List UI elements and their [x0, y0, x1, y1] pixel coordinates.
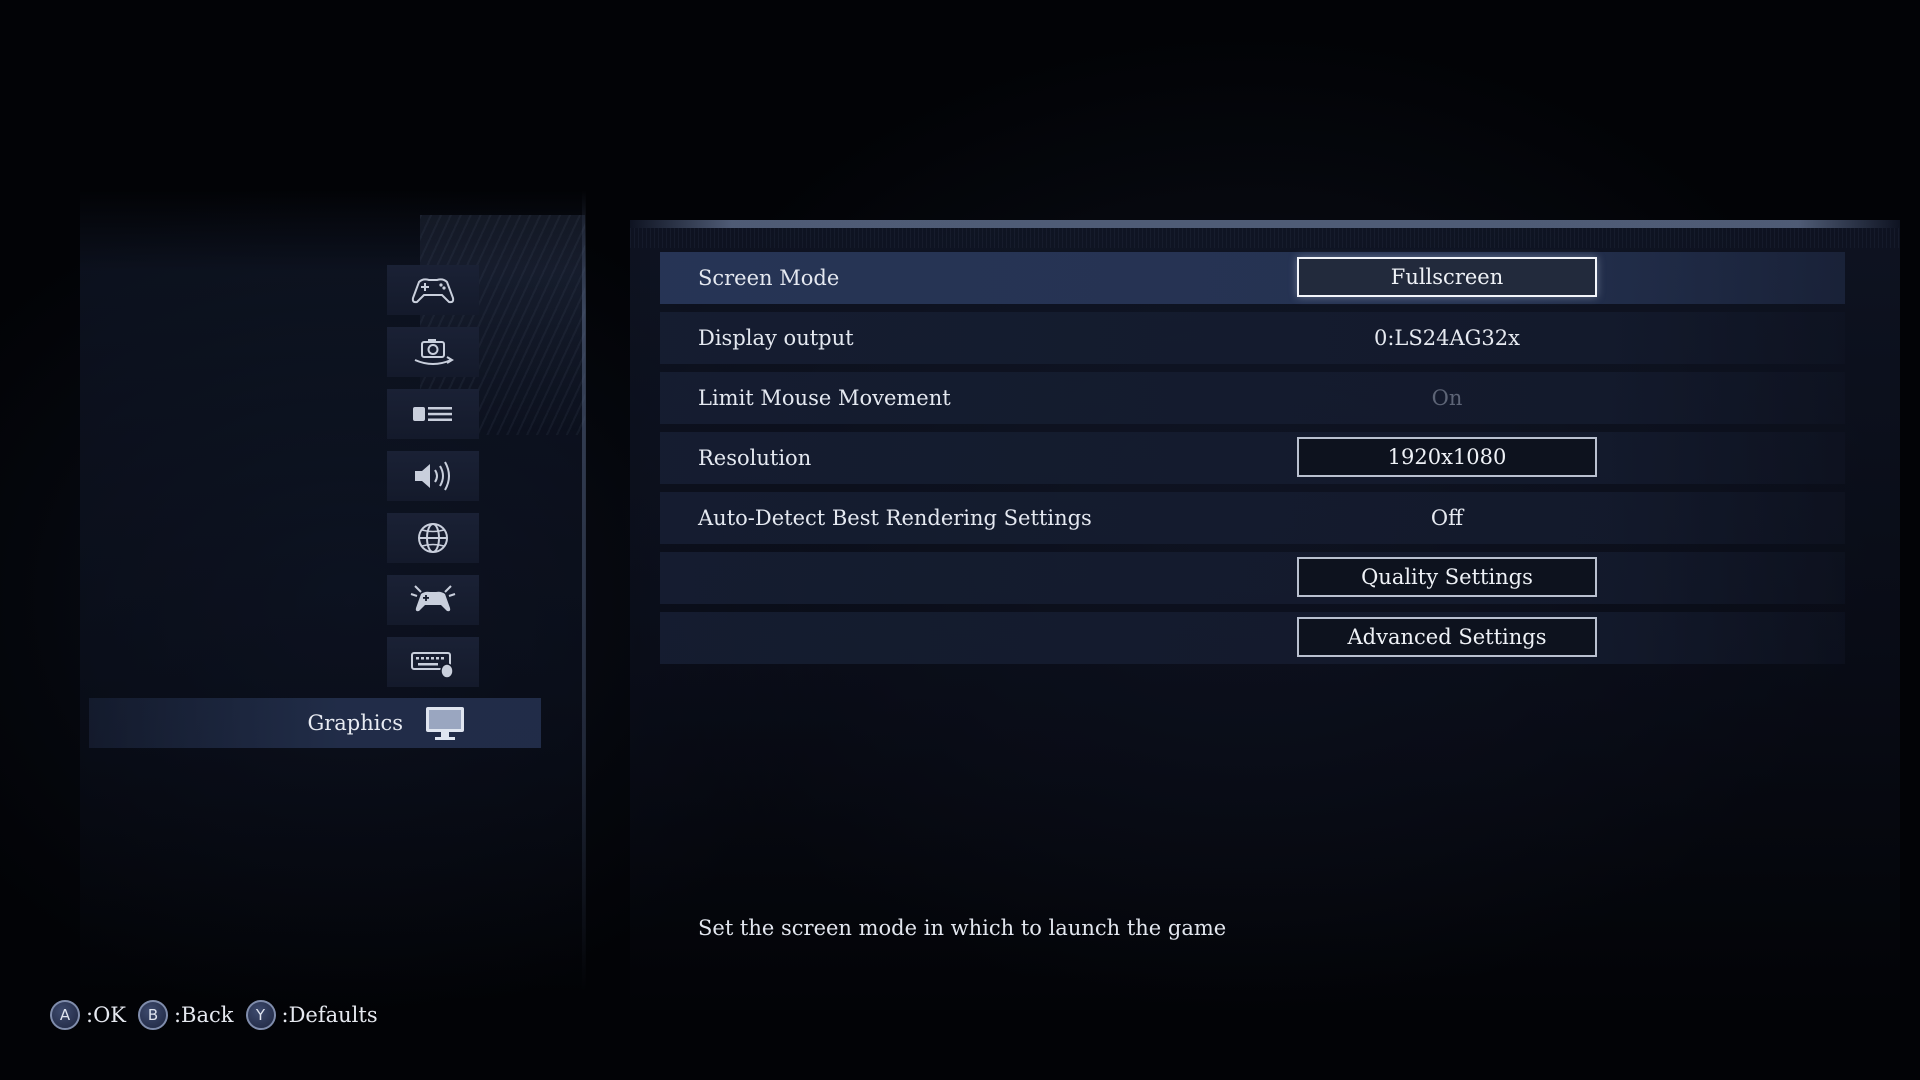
sidebar-item-camera[interactable]	[387, 327, 479, 377]
setting-label: Auto-Detect Best Rendering Settings	[698, 506, 1092, 530]
sidebar-item-label: Graphics	[307, 711, 403, 735]
sidebar-item-display[interactable]	[387, 389, 479, 439]
screen-mode-button[interactable]: Fullscreen	[1297, 257, 1597, 297]
setting-row-resolution[interactable]: Resolution 1920x1080	[660, 432, 1845, 484]
hint-label: :OK	[86, 1003, 126, 1027]
resolution-button[interactable]: 1920x1080	[1297, 437, 1597, 477]
settings-screen: Graphics Screen Mode Fullscreen Display …	[0, 0, 1920, 1080]
panel-top-bevel	[630, 228, 1900, 248]
panel-top-border	[630, 220, 1900, 228]
hint-ok[interactable]: A :OK	[50, 1000, 126, 1030]
a-button-icon: A	[50, 1000, 80, 1030]
sidebar-item-language[interactable]	[387, 513, 479, 563]
setting-row-display-output[interactable]: Display output 0:LS24AG32x	[660, 312, 1845, 364]
setting-row-screen-mode[interactable]: Screen Mode Fullscreen	[660, 252, 1845, 304]
keyboard-mouse-icon	[411, 652, 454, 679]
sidebar-item-sound[interactable]	[387, 451, 479, 501]
limit-mouse-value: On	[1431, 386, 1463, 410]
controller-network-icon	[410, 585, 456, 612]
sidebar-item-controls[interactable]	[387, 265, 479, 315]
setting-label: Screen Mode	[698, 266, 840, 290]
display-list-icon	[413, 407, 452, 421]
sidebar-item-keyboard[interactable]	[387, 637, 479, 687]
button-hints: A :OK B :Back Y :Defaults	[50, 998, 384, 1032]
quality-settings-button[interactable]: Quality Settings	[1297, 557, 1597, 597]
hint-back[interactable]: B :Back	[137, 1000, 234, 1030]
y-button-icon: Y	[245, 1000, 276, 1030]
monitor-icon	[426, 707, 464, 740]
setting-row-limit-mouse[interactable]: Limit Mouse Movement On	[660, 372, 1845, 424]
setting-row-advanced: Advanced Settings	[660, 612, 1845, 664]
globe-icon	[418, 523, 448, 553]
setting-description: Set the screen mode in which to launch t…	[698, 916, 1227, 940]
setting-row-auto-detect[interactable]: Auto-Detect Best Rendering Settings Off	[660, 492, 1845, 544]
hint-label: :Back	[173, 1003, 234, 1027]
display-output-value[interactable]: 0:LS24AG32x	[1297, 312, 1597, 364]
hint-defaults[interactable]: Y :Defaults	[245, 1000, 378, 1030]
camera-rotate-icon	[414, 339, 454, 365]
speaker-icon	[415, 461, 450, 491]
hint-label: :Defaults	[281, 1003, 378, 1027]
gamepad-icon	[411, 278, 455, 304]
sidebar-divider	[582, 190, 586, 990]
setting-row-quality: Quality Settings	[660, 552, 1845, 604]
setting-label: Display output	[698, 326, 854, 350]
setting-label: Limit Mouse Movement	[698, 386, 951, 410]
auto-detect-value[interactable]: Off	[1297, 492, 1597, 544]
sidebar-item-network[interactable]	[387, 575, 479, 625]
sidebar-item-graphics[interactable]: Graphics	[89, 698, 541, 748]
advanced-settings-button[interactable]: Advanced Settings	[1297, 617, 1597, 657]
b-button-icon: B	[137, 1000, 168, 1030]
setting-label: Resolution	[698, 446, 812, 470]
